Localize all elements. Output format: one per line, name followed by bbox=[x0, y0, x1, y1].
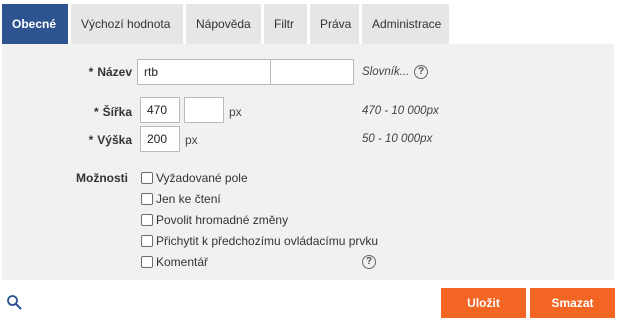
tab-filtr[interactable]: Filtr bbox=[264, 4, 307, 44]
form-panel: *Název Slovník... ? *Šířka px 470 - 10 0… bbox=[2, 44, 614, 280]
tab-prava[interactable]: Práva bbox=[310, 4, 359, 44]
height-label-text: Výška bbox=[97, 133, 132, 147]
name-label: * Název bbox=[62, 65, 132, 79]
checkbox[interactable] bbox=[141, 193, 153, 205]
search-icon[interactable] bbox=[6, 294, 22, 310]
option-required[interactable]: Vyžadované pole bbox=[141, 170, 248, 186]
height-unit: px bbox=[185, 133, 198, 147]
option-label: Jen ke čtení bbox=[156, 192, 221, 206]
help-circle-icon[interactable]: ? bbox=[414, 65, 428, 79]
option-bulk-changes[interactable]: Povolit hromadné změny bbox=[141, 212, 288, 228]
required-mark: * bbox=[88, 133, 94, 147]
tab-administrace[interactable]: Administrace bbox=[362, 4, 449, 44]
name-secondary-input[interactable] bbox=[270, 59, 354, 85]
option-label: Vyžadované pole bbox=[156, 171, 248, 185]
checkbox[interactable] bbox=[141, 172, 153, 184]
name-input[interactable] bbox=[137, 59, 271, 85]
height-input[interactable] bbox=[140, 126, 180, 152]
checkbox[interactable] bbox=[141, 235, 153, 247]
delete-button[interactable]: Smazat bbox=[530, 288, 615, 318]
checkbox[interactable] bbox=[141, 214, 153, 226]
option-label: Komentář bbox=[156, 255, 209, 269]
required-mark: * bbox=[93, 105, 99, 119]
save-button[interactable]: Uložit bbox=[441, 288, 526, 318]
tab-bar: Obecné Výchozí hodnota Nápověda Filtr Pr… bbox=[2, 4, 449, 44]
help-circle-icon[interactable]: ? bbox=[362, 255, 376, 269]
checkbox[interactable] bbox=[141, 256, 153, 268]
width-label: * Šířka bbox=[62, 105, 132, 119]
name-label-text: Název bbox=[97, 65, 132, 79]
width-input[interactable] bbox=[140, 97, 180, 123]
option-label: Povolit hromadné změny bbox=[156, 213, 289, 227]
tab-napoveda[interactable]: Nápověda bbox=[186, 4, 261, 44]
dictionary-link[interactable]: Slovník... bbox=[362, 66, 409, 78]
tab-obecne[interactable]: Obecné bbox=[2, 4, 68, 44]
required-mark: * bbox=[88, 65, 94, 79]
options-label: Možnosti bbox=[76, 171, 128, 185]
option-read-only[interactable]: Jen ke čtení bbox=[141, 191, 221, 207]
width-secondary-input[interactable] bbox=[184, 97, 224, 123]
width-label-text: Šířka bbox=[102, 105, 132, 119]
height-hint: 50 - 10 000px bbox=[362, 133, 433, 145]
width-unit: px bbox=[229, 105, 242, 119]
option-attach-previous[interactable]: Přichytit k předchozímu ovládacímu prvku bbox=[141, 233, 378, 249]
height-label: * Výška bbox=[62, 133, 132, 147]
tab-vychozi-hodnota[interactable]: Výchozí hodnota bbox=[71, 4, 183, 44]
option-label: Přichytit k předchozímu ovládacímu prvku bbox=[156, 234, 379, 248]
option-comment[interactable]: Komentář bbox=[141, 254, 208, 270]
width-hint: 470 - 10 000px bbox=[362, 105, 439, 117]
